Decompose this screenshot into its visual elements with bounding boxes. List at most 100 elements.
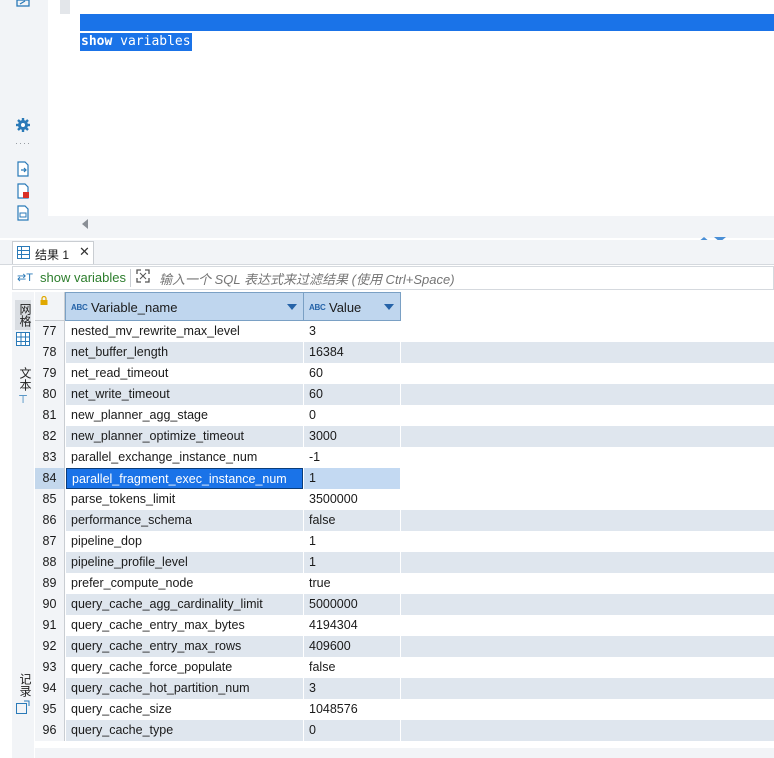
variable-name-cell[interactable]: query_cache_type (66, 720, 303, 741)
value-cell[interactable]: false (304, 657, 400, 678)
value-cell[interactable]: 60 (304, 363, 400, 384)
row-number[interactable]: 95 (35, 699, 65, 720)
column-header-value[interactable]: ABC Value (303, 292, 401, 321)
row-number[interactable]: 78 (35, 342, 65, 363)
value-cell[interactable]: 1 (304, 552, 400, 573)
table-row[interactable]: 85 parse_tokens_limit 3500000 (35, 489, 774, 510)
value-cell[interactable]: 0 (304, 405, 400, 426)
export-icon[interactable] (15, 161, 31, 177)
editor-horizontal-scrollbar[interactable] (78, 216, 774, 232)
file-grid-icon[interactable] (15, 205, 31, 221)
row-number[interactable]: 93 (35, 657, 65, 678)
edit-icon[interactable] (15, 0, 31, 8)
table-row[interactable]: 80 net_write_timeout 60 (35, 384, 774, 405)
active-query-label[interactable]: show variables (40, 270, 126, 285)
text-view-tab[interactable]: 文本 (15, 366, 32, 392)
variable-name-cell[interactable]: net_write_timeout (66, 384, 303, 405)
grid-icon[interactable] (16, 332, 30, 346)
sql-filter-icon[interactable]: ⇄T (17, 271, 33, 284)
variable-name-cell[interactable]: parallel_exchange_instance_num (66, 447, 303, 468)
value-cell[interactable]: 3 (304, 678, 400, 699)
table-row[interactable]: 83 parallel_exchange_instance_num -1 (35, 447, 774, 468)
variable-name-cell[interactable]: net_read_timeout (66, 363, 303, 384)
row-number[interactable]: 89 (35, 573, 65, 594)
table-row[interactable]: 95 query_cache_size 1048576 (35, 699, 774, 720)
row-number[interactable]: 82 (35, 426, 65, 447)
variable-name-cell[interactable]: pipeline_dop (66, 531, 303, 552)
row-number[interactable]: 83 (35, 447, 65, 468)
row-number[interactable]: 85 (35, 489, 65, 510)
row-number[interactable]: 92 (35, 636, 65, 657)
variable-name-cell[interactable]: prefer_compute_node (66, 573, 303, 594)
sort-dropdown-icon[interactable] (287, 304, 297, 310)
row-number[interactable]: 90 (35, 594, 65, 615)
variable-name-cell[interactable]: parse_tokens_limit (66, 489, 303, 510)
column-header-variable-name[interactable]: ABC Variable_name (65, 292, 304, 321)
table-row[interactable]: 87 pipeline_dop 1 (35, 531, 774, 552)
variable-name-cell[interactable]: query_cache_entry_max_rows (66, 636, 303, 657)
value-cell[interactable]: 409600 (304, 636, 400, 657)
file-error-icon[interactable] (15, 183, 31, 199)
row-number[interactable]: 77 (35, 321, 65, 342)
panel-resize-handle[interactable] (698, 231, 738, 242)
expand-icon[interactable] (136, 269, 150, 283)
table-row[interactable]: 82 new_planner_optimize_timeout 3000 (35, 426, 774, 447)
row-number[interactable]: 84 (35, 468, 65, 489)
table-row[interactable]: 94 query_cache_hot_partition_num 3 (35, 678, 774, 699)
value-cell[interactable]: 0 (304, 720, 400, 741)
variable-name-cell[interactable]: parallel_fragment_exec_instance_num (66, 468, 303, 489)
table-row[interactable]: 90 query_cache_agg_cardinality_limit 50000… (35, 594, 774, 615)
variable-name-cell[interactable]: query_cache_hot_partition_num (66, 678, 303, 699)
variable-name-cell[interactable]: performance_schema (66, 510, 303, 531)
value-cell[interactable]: 1048576 (304, 699, 400, 720)
value-cell[interactable]: 5000000 (304, 594, 400, 615)
table-row[interactable]: 89 prefer_compute_node true (35, 573, 774, 594)
scroll-left-icon[interactable] (82, 219, 88, 229)
value-cell[interactable]: 16384 (304, 342, 400, 363)
row-number[interactable]: 96 (35, 720, 65, 741)
row-number[interactable]: 79 (35, 363, 65, 384)
variable-name-cell[interactable]: new_planner_optimize_timeout (66, 426, 303, 447)
table-row-selected[interactable]: 84 parallel_fragment_exec_instance_num 1 (35, 468, 774, 489)
table-row[interactable]: 79 net_read_timeout 60 (35, 363, 774, 384)
table-row[interactable]: 93 query_cache_force_populate false (35, 657, 774, 678)
table-row[interactable]: 81 new_planner_agg_stage 0 (35, 405, 774, 426)
row-number[interactable]: 81 (35, 405, 65, 426)
variable-name-cell[interactable]: query_cache_agg_cardinality_limit (66, 594, 303, 615)
value-cell[interactable]: -1 (304, 447, 400, 468)
variable-name-cell[interactable]: pipeline_profile_level (66, 552, 303, 573)
table-row[interactable]: 78 net_buffer_length 16384 (35, 342, 774, 363)
row-number[interactable]: 86 (35, 510, 65, 531)
value-cell[interactable]: 1 (304, 531, 400, 552)
sql-statement[interactable]: show variables (80, 33, 192, 51)
text-view-icon[interactable]: ⊤ (15, 394, 31, 407)
grid-corner[interactable] (35, 292, 65, 321)
value-cell[interactable]: 1 (304, 468, 400, 489)
variable-name-cell[interactable]: query_cache_size (66, 699, 303, 720)
variable-name-cell[interactable]: query_cache_force_populate (66, 657, 303, 678)
table-row[interactable]: 77 nested_mv_rewrite_max_level 3 (35, 321, 774, 342)
variable-name-cell[interactable]: nested_mv_rewrite_max_level (66, 321, 303, 342)
value-cell[interactable]: false (304, 510, 400, 531)
row-number[interactable]: 80 (35, 384, 65, 405)
tab-result-1[interactable]: 结果 1 ✕ (12, 241, 94, 264)
record-view-tab[interactable]: 记录 (15, 672, 32, 698)
value-cell[interactable]: 3 (304, 321, 400, 342)
value-cell[interactable]: 4194304 (304, 615, 400, 636)
table-row[interactable]: 96 query_cache_type 0 (35, 720, 774, 741)
value-cell[interactable]: true (304, 573, 400, 594)
table-row[interactable]: 92 query_cache_entry_max_rows 409600 (35, 636, 774, 657)
row-number[interactable]: 91 (35, 615, 65, 636)
value-cell[interactable]: 3000 (304, 426, 400, 447)
table-row[interactable]: 88 pipeline_profile_level 1 (35, 552, 774, 573)
value-cell[interactable]: 3500000 (304, 489, 400, 510)
row-number[interactable]: 88 (35, 552, 65, 573)
grid-view-tab[interactable]: 网格 (15, 300, 32, 330)
row-number[interactable]: 87 (35, 531, 65, 552)
row-number[interactable]: 94 (35, 678, 65, 699)
close-icon[interactable]: ✕ (79, 244, 90, 260)
table-row[interactable]: 91 query_cache_entry_max_bytes 4194304 (35, 615, 774, 636)
variable-name-cell[interactable]: net_buffer_length (66, 342, 303, 363)
filter-input[interactable] (159, 270, 599, 288)
variable-name-cell[interactable]: query_cache_entry_max_bytes (66, 615, 303, 636)
